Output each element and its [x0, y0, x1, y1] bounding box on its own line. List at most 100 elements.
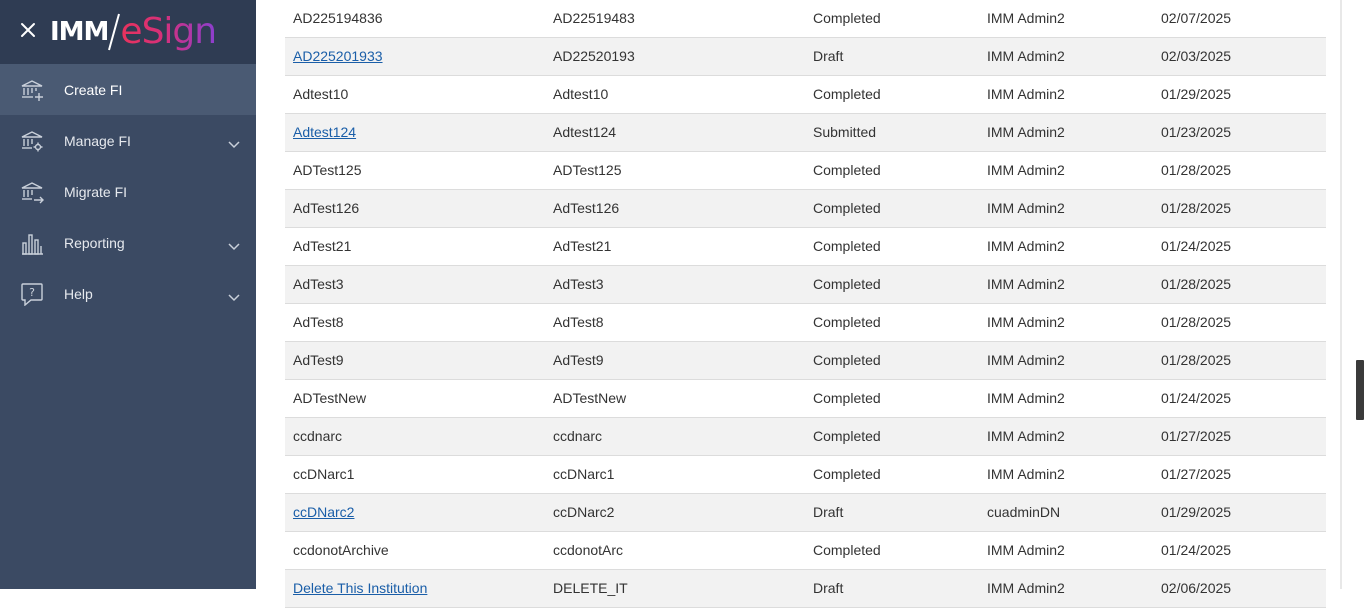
status-cell: Completed [813, 352, 881, 368]
sidebar-item-label: Migrate FI [64, 183, 128, 200]
user-cell: IMM Admin2 [987, 428, 1065, 444]
bank-gear-icon [20, 129, 44, 153]
date-cell: 01/28/2025 [1161, 200, 1232, 216]
name-cell: AdTest9 [293, 352, 344, 368]
table-row: Adtest124 Adtest124 Submitted IMM Admin2 01/… [285, 114, 1326, 152]
table-row: ccDNarc1 ccDNarc1 Completed IMM Admin2 01/27… [285, 456, 1326, 494]
sidebar-item-migrate-fi[interactable]: Migrate FI [0, 166, 256, 217]
sidebar-item-label: Create FI [64, 81, 123, 98]
svg-text:?: ? [29, 286, 35, 299]
name-cell: ccDNarc1 [293, 466, 355, 482]
name-cell: ccdnarc [293, 428, 343, 444]
status-cell: Completed [813, 390, 881, 406]
institution-link[interactable]: AD225201933 [293, 38, 383, 75]
code-cell: AdTest8 [553, 314, 604, 330]
code-cell: ADTest125 [553, 162, 622, 178]
name-cell: AdTest3 [293, 276, 344, 292]
status-cell: Completed [813, 200, 881, 216]
sidebar-item-create-fi[interactable]: Create FI [0, 64, 256, 115]
date-cell: 01/29/2025 [1161, 86, 1232, 102]
table-row: AD225201933 AD22520193 Draft IMM Admin2 02/0… [285, 38, 1326, 76]
institutions-table: AD225194836 AD22519483 Completed IMM Admin2… [285, 0, 1326, 608]
date-cell: 01/27/2025 [1161, 428, 1232, 444]
code-cell: AdTest3 [553, 276, 604, 292]
table-row: Adtest10 Adtest10 Completed IMM Admin2 01/29… [285, 76, 1326, 114]
user-cell: cuadminDN [987, 504, 1061, 520]
date-cell: 01/27/2025 [1161, 466, 1232, 482]
date-cell: 02/07/2025 [1161, 10, 1232, 26]
status-cell: Completed [813, 238, 881, 254]
logo-esign-text: eSign [120, 11, 217, 52]
chevron-down-icon[interactable] [228, 289, 240, 302]
code-cell: ccDNarc1 [553, 466, 615, 482]
sidebar-item-manage-fi[interactable]: Manage FI [0, 115, 256, 166]
page-edge [1340, 0, 1342, 589]
code-cell: Adtest10 [553, 86, 609, 102]
app-logo: IMM eSign [50, 10, 217, 54]
sidebar-item-help[interactable]: ? Help [0, 268, 256, 319]
user-cell: IMM Admin2 [987, 10, 1065, 26]
status-cell: Completed [813, 86, 881, 102]
institution-link[interactable]: Adtest124 [293, 114, 356, 151]
table-row: ADTest125 ADTest125 Completed IMM Admin2 01/… [285, 152, 1326, 190]
date-cell: 01/28/2025 [1161, 276, 1232, 292]
status-cell: Draft [813, 504, 844, 520]
main-content: AD225194836 AD22519483 Completed IMM Admin2… [256, 0, 1340, 608]
sidebar-item-label: Reporting [64, 234, 125, 251]
name-cell: ADTest125 [293, 162, 362, 178]
user-cell: IMM Admin2 [987, 542, 1065, 558]
close-icon[interactable] [20, 22, 36, 38]
table-row: AdTest126 AdTest126 Completed IMM Admin2 01/… [285, 190, 1326, 228]
status-cell: Completed [813, 314, 881, 330]
name-cell: AD225194836 [293, 10, 383, 26]
bank-add-icon [20, 78, 44, 102]
user-cell: IMM Admin2 [987, 162, 1065, 178]
code-cell: AdTest9 [553, 352, 604, 368]
code-cell: ccDNarc2 [553, 504, 615, 520]
user-cell: IMM Admin2 [987, 276, 1065, 292]
table-row: AdTest8 AdTest8 Completed IMM Admin2 01/28/2… [285, 304, 1326, 342]
date-cell: 01/28/2025 [1161, 352, 1232, 368]
logo-imm-text: IMM [50, 17, 109, 47]
table-row: ccDNarc2 ccDNarc2 Draft cuadminDN 01/29/2025 [285, 494, 1326, 532]
name-cell: Adtest10 [293, 86, 349, 102]
logo-slash [108, 12, 121, 52]
status-cell: Draft [813, 48, 844, 64]
chevron-down-icon[interactable] [228, 136, 240, 149]
date-cell: 01/28/2025 [1161, 314, 1232, 330]
table-row: AdTest3 AdTest3 Completed IMM Admin2 01/28/2… [285, 266, 1326, 304]
status-cell: Completed [813, 162, 881, 178]
date-cell: 01/28/2025 [1161, 162, 1232, 178]
institution-link[interactable]: ccDNarc2 [293, 494, 354, 531]
help-bubble-icon: ? [20, 282, 44, 307]
code-cell: AdTest21 [553, 238, 612, 254]
sidebar-item-reporting[interactable]: Reporting [0, 217, 256, 268]
code-cell: AD22520193 [553, 48, 635, 64]
brand-bar: IMM eSign [0, 0, 256, 64]
status-cell: Completed [813, 10, 881, 26]
table-row: ADTestNew ADTestNew Completed IMM Admin2 01/… [285, 380, 1326, 418]
sidebar-item-label: Manage FI [64, 132, 131, 149]
status-cell: Submitted [813, 124, 877, 140]
status-cell: Completed [813, 276, 881, 292]
date-cell: 01/24/2025 [1161, 390, 1232, 406]
code-cell: AdTest126 [553, 200, 620, 216]
table-row: AD225194836 AD22519483 Completed IMM Admin2… [285, 0, 1326, 38]
name-cell: AdTest126 [293, 200, 360, 216]
table-row: ccdonotArchive ccdonotArc Completed IMM Adm… [285, 532, 1326, 570]
status-cell: Completed [813, 542, 881, 558]
user-cell: IMM Admin2 [987, 238, 1065, 254]
table-row: Delete This Institution DELETE_IT Draft IMM… [285, 570, 1326, 608]
bank-arrow-icon [20, 180, 44, 204]
scrollbar-thumb[interactable] [1356, 360, 1364, 420]
code-cell: ccdnarc [553, 428, 603, 444]
chevron-down-icon[interactable] [228, 238, 240, 251]
sidebar-item-label: Help [64, 285, 93, 302]
name-cell: ADTestNew [293, 390, 367, 406]
user-cell: IMM Admin2 [987, 124, 1065, 140]
name-cell: AdTest21 [293, 238, 352, 254]
table-row: AdTest21 AdTest21 Completed IMM Admin2 01/24… [285, 228, 1326, 266]
table-row: AdTest9 AdTest9 Completed IMM Admin2 01/28/2… [285, 342, 1326, 380]
user-cell: IMM Admin2 [987, 200, 1065, 216]
sidebar: IMM eSign Create FI Manage FI Migrate FI Re… [0, 0, 256, 589]
